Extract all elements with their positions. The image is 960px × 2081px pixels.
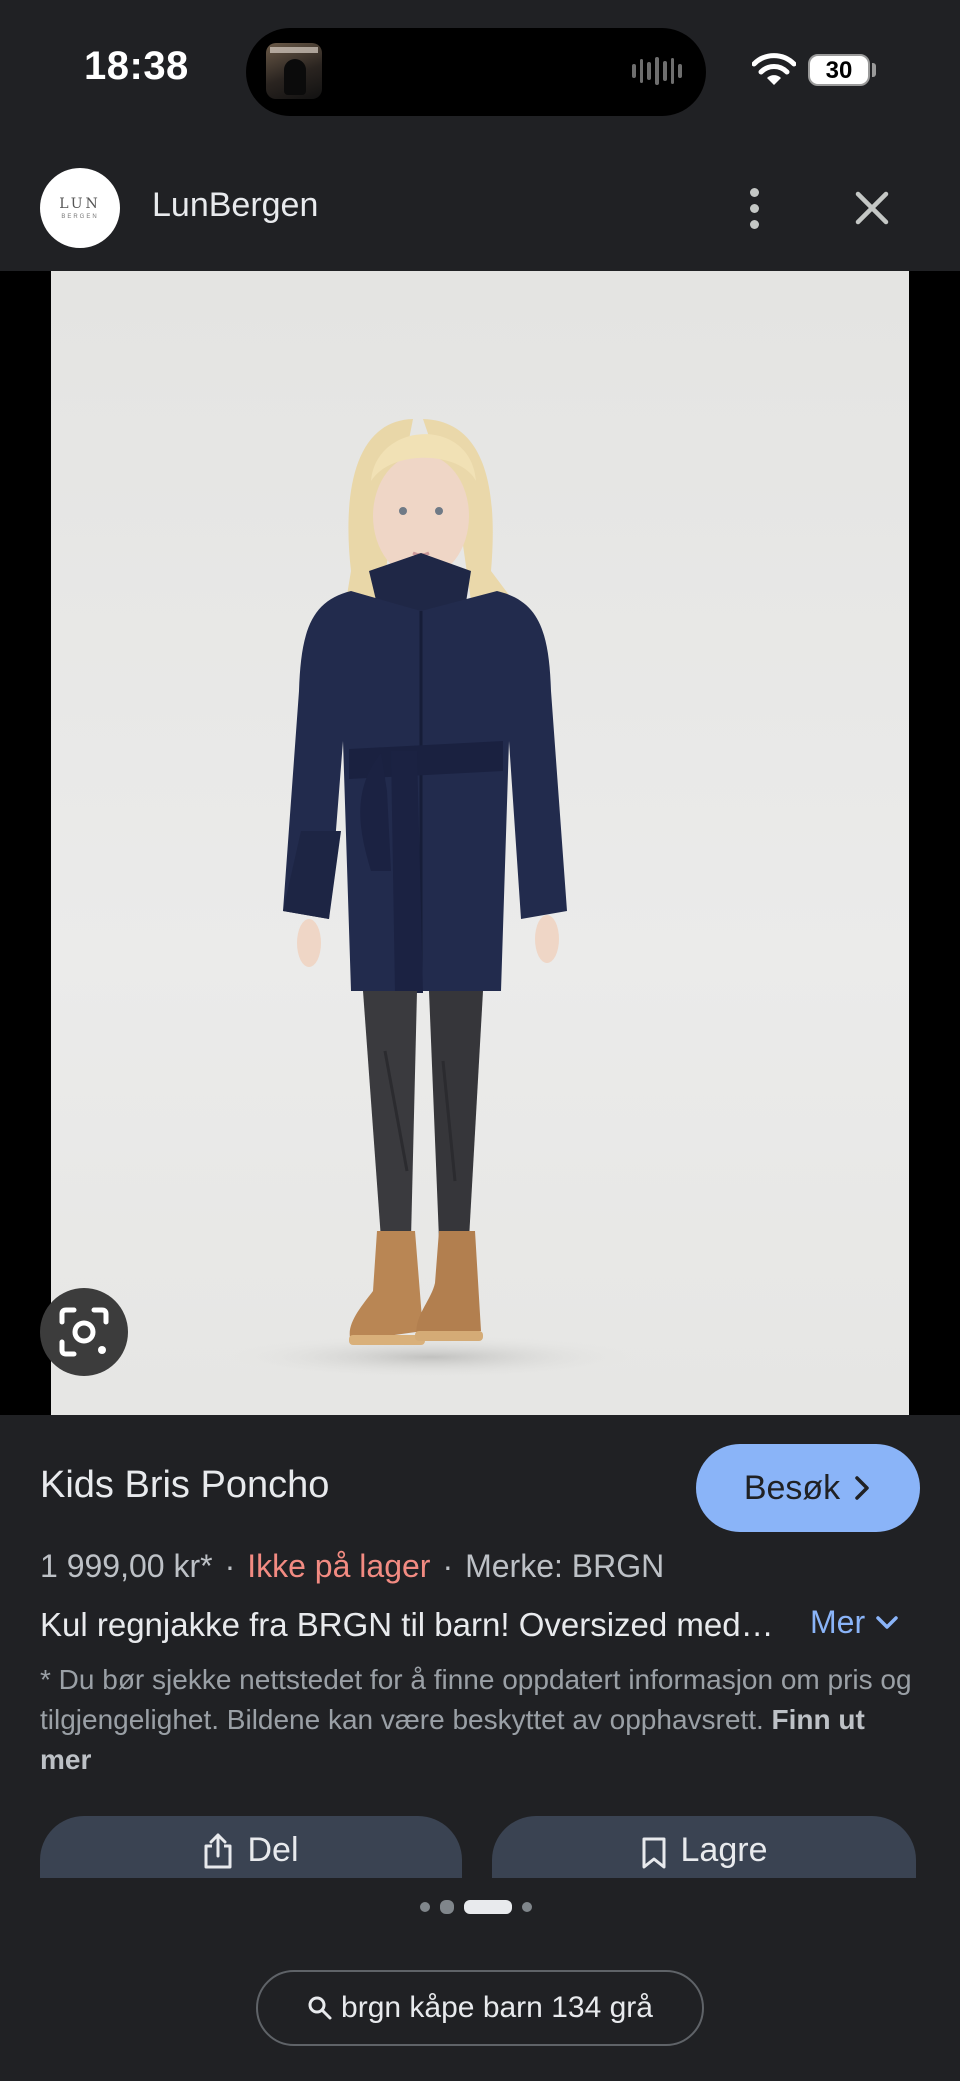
visit-button[interactable]: Besøk bbox=[696, 1444, 920, 1532]
chevron-down-icon bbox=[876, 1615, 898, 1629]
google-lens-icon bbox=[59, 1307, 109, 1357]
pager-dots bbox=[420, 1900, 532, 1914]
pager-dot bbox=[420, 1902, 430, 1912]
stock-status: Ikke på lager bbox=[247, 1548, 431, 1584]
product-price: 1 999,00 kr* bbox=[40, 1548, 213, 1584]
more-button-label: Mer bbox=[810, 1604, 866, 1640]
search-query-chip[interactable]: brgn kåpe barn 134 grå bbox=[256, 1970, 704, 2046]
product-description: Kul regnjakke fra BRGN til barn! Oversiz… bbox=[40, 1606, 774, 1643]
share-button[interactable]: Del bbox=[40, 1816, 462, 1878]
google-lens-button[interactable] bbox=[40, 1288, 128, 1376]
save-button[interactable]: Lagre bbox=[492, 1816, 916, 1878]
pager-dot-active bbox=[464, 1900, 512, 1914]
now-playing-album-art[interactable] bbox=[266, 43, 322, 99]
site-logo[interactable]: LUN BERGEN bbox=[40, 168, 120, 248]
product-image[interactable] bbox=[51, 271, 909, 1415]
more-button[interactable]: Mer bbox=[810, 1604, 899, 1641]
site-logo-subtext: BERGEN bbox=[61, 214, 99, 220]
site-name[interactable]: LunBergen bbox=[152, 186, 318, 225]
close-icon[interactable] bbox=[848, 184, 896, 232]
pager-dot bbox=[440, 1900, 454, 1914]
chevron-right-icon bbox=[855, 1476, 869, 1500]
pager-dot bbox=[522, 1902, 532, 1912]
visit-button-label: Besøk bbox=[743, 1468, 841, 1507]
product-title: Kids Bris Poncho bbox=[40, 1464, 330, 1506]
product-meta: 1 999,00 kr* · Ikke på lager · Merke: BRGN bbox=[40, 1548, 664, 1585]
disclaimer: * Du bør sjekke nettstedet for å finne o… bbox=[40, 1660, 920, 1780]
battery-tip bbox=[872, 63, 876, 77]
audio-waveform-icon bbox=[632, 56, 683, 86]
wifi-icon bbox=[752, 53, 796, 85]
bookmark-icon bbox=[642, 1837, 666, 1869]
save-button-label: Lagre bbox=[680, 1831, 768, 1869]
kebab-menu-icon[interactable] bbox=[736, 180, 772, 236]
share-button-label: Del bbox=[247, 1831, 299, 1869]
share-icon bbox=[204, 1833, 232, 1869]
battery-icon: 30 bbox=[808, 54, 870, 86]
product-photo-illustration bbox=[221, 419, 641, 1379]
product-brand: Merke: BRGN bbox=[465, 1548, 665, 1584]
battery-percent: 30 bbox=[825, 57, 853, 84]
status-time: 18:38 bbox=[84, 44, 189, 88]
search-icon bbox=[308, 1996, 332, 2020]
meta-separator: · bbox=[224, 1548, 236, 1584]
site-logo-text: LUN bbox=[59, 196, 101, 212]
meta-separator: · bbox=[442, 1548, 454, 1584]
search-query-text: brgn kåpe barn 134 grå bbox=[341, 1991, 653, 2024]
